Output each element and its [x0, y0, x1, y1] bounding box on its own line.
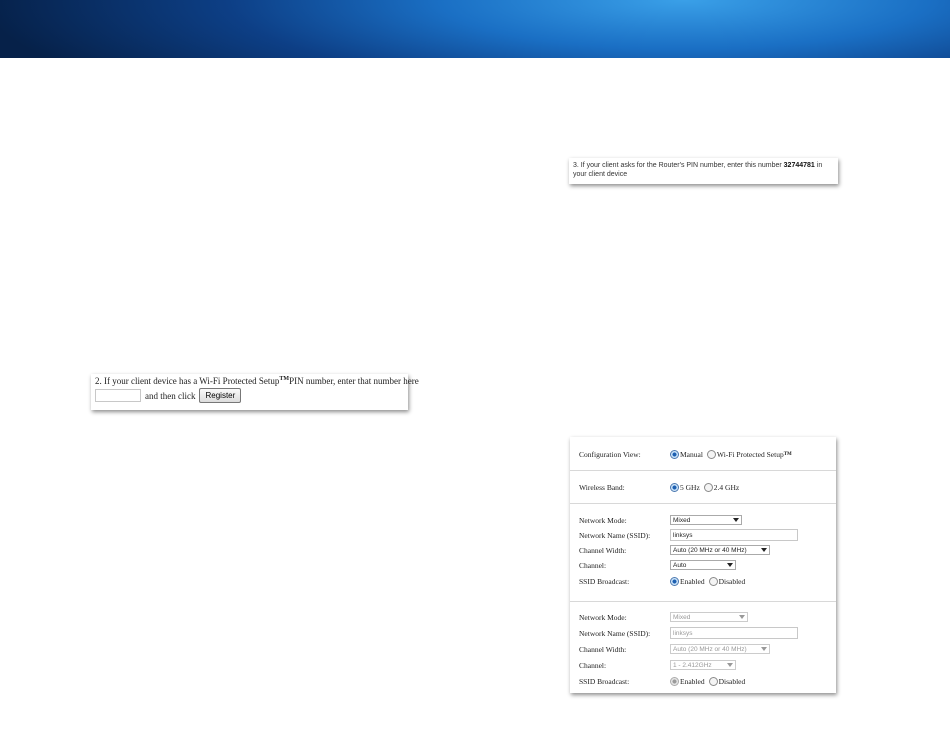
ssid-input[interactable]: linksys: [670, 627, 798, 639]
disabled-label: Disabled: [718, 676, 746, 686]
channel-value: Auto: [673, 561, 687, 569]
disabled-label: Disabled: [718, 576, 746, 586]
channel-width-label: Channel Width:: [579, 644, 627, 654]
radio-selected-icon[interactable]: [670, 676, 679, 686]
radio-unselected-icon[interactable]: [703, 482, 713, 492]
trademark-mark: TM: [279, 376, 290, 382]
enabled-label: Enabled: [680, 576, 705, 586]
router-pin-panel: 3. If your client asks for the Router's …: [569, 158, 838, 184]
chevron-down-icon: [761, 548, 767, 552]
channel-width-value: Auto (20 MHz or 40 MHz): [673, 546, 747, 554]
channel-label: Channel:: [579, 660, 607, 670]
channel-select[interactable]: 1 - 2.412GHz: [670, 660, 736, 670]
configuration-view-section: Configuration View: Manual Wi-Fi Protect…: [570, 437, 836, 471]
band-24ghz-section: Network Mode: Mixed Network Name (SSID):…: [570, 601, 836, 693]
wps-pin-text-after: PIN number, enter that number here: [289, 376, 419, 386]
channel-width-value: Auto (20 MHz or 40 MHz): [673, 645, 747, 653]
ssid-label: Network Name (SSID):: [579, 628, 651, 638]
ssid-broadcast-label: SSID Broadcast:: [579, 676, 630, 686]
band-5ghz-section: Network Mode: Mixed Network Name (SSID):…: [570, 503, 836, 602]
network-mode-label: Network Mode:: [579, 612, 627, 622]
channel-select[interactable]: Auto: [670, 560, 736, 570]
ssid-label: Network Name (SSID):: [579, 530, 651, 540]
wps-pin-panel: 2. If your client device has a Wi-Fi Pro…: [91, 374, 419, 410]
channel-width-select[interactable]: Auto (20 MHz or 40 MHz): [670, 644, 770, 654]
ssid-broadcast-disabled-option[interactable]: Disabled: [708, 576, 746, 586]
register-button[interactable]: Register: [199, 388, 242, 403]
radio-selected-icon[interactable]: [670, 576, 679, 586]
channel-value: 1 - 2.412GHz: [673, 661, 712, 669]
chevron-down-icon: [761, 647, 767, 651]
channel-label: Channel:: [579, 560, 607, 570]
wireless-band-section: Wireless Band: 5 GHz 2.4 GHz: [570, 470, 836, 504]
chevron-down-icon: [739, 615, 745, 619]
network-mode-label: Network Mode:: [579, 515, 627, 525]
radio-unselected-icon[interactable]: [706, 449, 716, 459]
config-manual-label: Manual: [680, 449, 703, 459]
channel-width-label: Channel Width:: [579, 545, 627, 555]
config-manual-option[interactable]: Manual: [670, 449, 703, 459]
wireless-settings-panel: Configuration View: Manual Wi-Fi Protect…: [570, 437, 836, 693]
router-pin-number: 32744781: [783, 162, 815, 169]
radio-selected-icon[interactable]: [670, 482, 679, 492]
chevron-down-icon: [727, 663, 733, 667]
client-pin-input[interactable]: [95, 389, 141, 402]
ssid-input[interactable]: linksys: [670, 529, 798, 541]
configuration-view-label: Configuration View:: [579, 449, 641, 459]
ssid-broadcast-enabled-option[interactable]: Enabled: [670, 676, 705, 686]
wps-pin-instruction: 2. If your client device has a Wi-Fi Pro…: [95, 376, 419, 386]
radio-unselected-icon[interactable]: [708, 676, 718, 686]
network-mode-value: Mixed: [673, 613, 691, 621]
header-banner: [0, 0, 950, 58]
ssid-broadcast-disabled-option[interactable]: Disabled: [708, 676, 746, 686]
chevron-down-icon: [727, 563, 733, 567]
wps-pin-text-before: 2. If your client device has a Wi-Fi Pro…: [95, 376, 280, 386]
config-wps-option[interactable]: Wi-Fi Protected Setup TM: [706, 449, 792, 459]
config-wps-label: Wi-Fi Protected Setup: [716, 449, 784, 459]
wireless-band-label: Wireless Band:: [579, 482, 625, 492]
chevron-down-icon: [733, 518, 739, 522]
radio-unselected-icon[interactable]: [708, 576, 718, 586]
band-5ghz-label: 5 GHz: [680, 482, 700, 492]
network-mode-select[interactable]: Mixed: [670, 515, 742, 525]
then-click-text: and then click: [145, 390, 196, 401]
trademark-mark: TM: [783, 451, 792, 457]
band-24ghz-label: 2.4 GHz: [713, 482, 740, 492]
ssid-broadcast-label: SSID Broadcast:: [579, 576, 630, 586]
network-mode-value: Mixed: [673, 516, 691, 524]
band-5ghz-option[interactable]: 5 GHz: [670, 482, 700, 492]
band-24ghz-option[interactable]: 2.4 GHz: [703, 482, 740, 492]
enabled-label: Enabled: [680, 676, 705, 686]
radio-selected-icon[interactable]: [670, 449, 679, 459]
network-mode-select[interactable]: Mixed: [670, 612, 748, 622]
router-pin-text-before: 3. If your client asks for the Router's …: [573, 162, 784, 169]
channel-width-select[interactable]: Auto (20 MHz or 40 MHz): [670, 545, 770, 555]
ssid-broadcast-enabled-option[interactable]: Enabled: [670, 576, 705, 586]
